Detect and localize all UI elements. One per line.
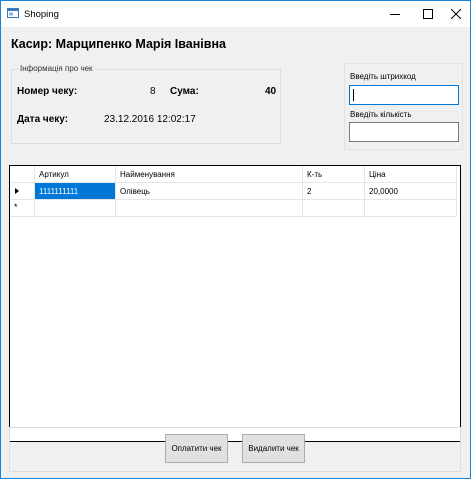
new-cell-name[interactable]: [116, 200, 303, 217]
receipt-items-grid[interactable]: Артикул Найменування К-ть Ціна 111111111…: [9, 165, 461, 442]
row-header-new[interactable]: *: [10, 200, 35, 217]
text-caret: [353, 89, 354, 101]
close-button[interactable]: [441, 1, 471, 27]
column-header-article[interactable]: Артикул: [35, 166, 116, 183]
title-bar[interactable]: Shoping: [1, 1, 470, 27]
pay-receipt-button[interactable]: Оплатити чек: [165, 434, 228, 463]
receipt-number-value: 8: [150, 86, 156, 97]
cell-article[interactable]: 1111111111: [35, 183, 116, 200]
input-panel: Введіть штрихкод Введіть кількість: [344, 63, 463, 150]
barcode-input-box[interactable]: [349, 85, 459, 105]
receipt-info-legend: Інформація про чек: [18, 64, 95, 73]
new-cell-qty[interactable]: [303, 200, 365, 217]
receipt-sum-label: Сума:: [170, 86, 199, 97]
minimize-button[interactable]: [380, 1, 410, 27]
barcode-input[interactable]: [350, 86, 458, 104]
cell-qty[interactable]: 2: [303, 183, 365, 200]
quantity-input[interactable]: [350, 123, 458, 141]
receipt-sum-value: 40: [265, 86, 277, 97]
cell-price[interactable]: 20,0000: [365, 183, 457, 200]
receipt-number-label: Номер чеку:: [17, 86, 78, 97]
receipt-date-label: Дата чеку:: [17, 114, 69, 125]
form-app-icon: [7, 7, 19, 19]
barcode-label: Введіть штрихкод: [350, 72, 416, 81]
bottom-button-panel: Оплатити чек Видалити чек: [9, 427, 461, 472]
maximize-icon: [423, 9, 433, 19]
window-title: Shoping: [24, 9, 59, 20]
minimize-icon: [390, 9, 400, 19]
main-window: Shoping Касир: Марципенко Марія Іванівна…: [0, 0, 471, 479]
quantity-label: Введіть кількість: [350, 110, 412, 119]
receipt-info-group: Інформація про чек Номер чеку: 8 Сума: 4…: [11, 64, 281, 144]
row-pointer-icon: [15, 188, 19, 194]
quantity-input-box[interactable]: [349, 122, 459, 142]
form-client-area: Касир: Марципенко Марія Іванівна Інформа…: [1, 27, 470, 478]
grid-body: Артикул Найменування К-ть Ціна 111111111…: [10, 166, 460, 441]
grid-corner-header[interactable]: [10, 166, 35, 183]
column-header-name[interactable]: Найменування: [116, 166, 303, 183]
new-cell-price[interactable]: [365, 200, 457, 217]
delete-receipt-button[interactable]: Видалити чек: [242, 434, 305, 463]
close-icon: [451, 9, 461, 19]
receipt-date-value: 23.12.2016 12:02:17: [104, 114, 196, 125]
cashier-name-label: Касир: Марципенко Марія Іванівна: [11, 37, 226, 51]
column-header-qty[interactable]: К-ть: [303, 166, 365, 183]
new-cell-article[interactable]: [35, 200, 116, 217]
maximize-button[interactable]: [413, 1, 443, 27]
column-header-price[interactable]: Ціна: [365, 166, 457, 183]
row-header-current[interactable]: [10, 183, 35, 200]
cell-name[interactable]: Олівець: [116, 183, 303, 200]
new-row-marker: *: [14, 202, 18, 212]
